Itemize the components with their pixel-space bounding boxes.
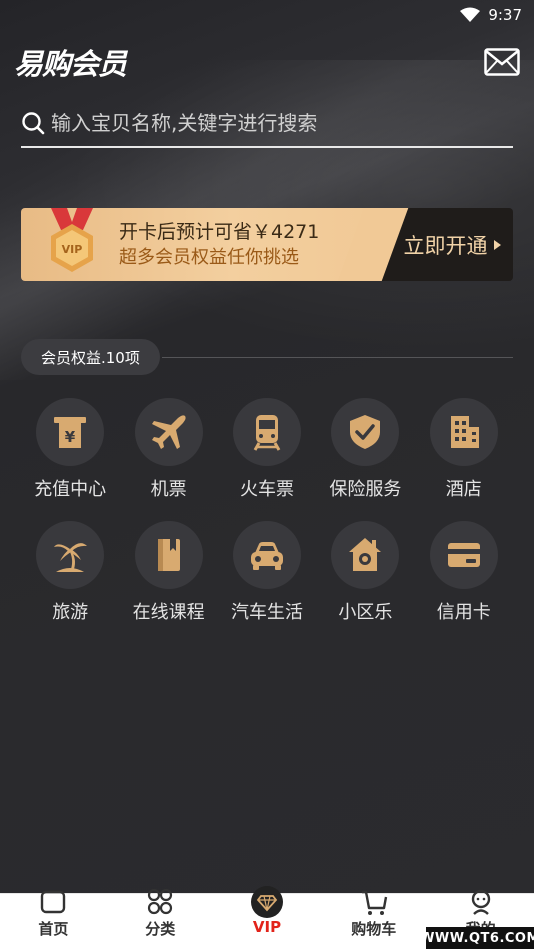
search-bar xyxy=(21,100,513,148)
benefits-count-pill: 会员权益.10项 xyxy=(21,339,160,375)
airplane-icon xyxy=(151,415,186,449)
benefit-online-course[interactable]: 在线课程 xyxy=(119,521,217,624)
diamond-icon xyxy=(256,895,278,912)
site-watermark: WWW.QT6.COM xyxy=(420,927,534,949)
shield-check-icon xyxy=(350,415,381,449)
train-icon xyxy=(253,415,281,451)
search-icon xyxy=(22,112,45,135)
cart-icon xyxy=(361,890,387,915)
tab-label: 购物车 xyxy=(351,920,397,938)
benefit-label: 在线课程 xyxy=(132,602,205,623)
banner-info: VIP 开卡后预计可省￥4271 超多会员权益任你挑选 xyxy=(21,208,373,281)
benefit-icon-circle xyxy=(134,521,203,589)
benefit-hotel[interactable]: 酒店 xyxy=(415,398,513,501)
profile-icon xyxy=(471,889,490,915)
benefit-icon-circle xyxy=(134,398,203,466)
vip-promo-banner[interactable]: VIP 开卡后预计可省￥4271 超多会员权益任你挑选 立即开通 xyxy=(21,208,513,281)
section-divider xyxy=(161,356,513,358)
tab-label: 分类 xyxy=(145,920,176,938)
home-icon xyxy=(349,538,382,571)
banner-savings-text: 开卡后预计可省￥4271 xyxy=(119,220,320,243)
building-icon xyxy=(450,416,479,448)
car-icon xyxy=(250,542,283,570)
category-icon xyxy=(148,888,173,915)
benefit-credit-card[interactable]: 信用卡 xyxy=(415,521,513,624)
svg-text:VIP: VIP xyxy=(62,243,83,256)
benefit-recharge[interactable]: ¥ 充值中心 xyxy=(21,398,119,501)
benefit-icon-circle xyxy=(232,398,301,466)
benefit-icon-circle xyxy=(429,398,498,466)
vip-page: 9:37 易购会员 VIP 开卡后预计可省￥4271 超多会员权益任你挑选 xyxy=(0,0,534,949)
benefit-label: 机票 xyxy=(150,479,187,500)
tab-cart[interactable]: 购物车 xyxy=(320,890,427,949)
benefit-label: 小区乐 xyxy=(338,602,393,623)
home-tab-icon xyxy=(41,890,66,914)
tab-category[interactable]: 分类 xyxy=(107,888,214,949)
benefit-community[interactable]: 小区乐 xyxy=(316,521,414,624)
benefit-label: 保险服务 xyxy=(329,479,402,500)
benefit-insurance[interactable]: 保险服务 xyxy=(316,398,414,501)
header: 易购会员 xyxy=(0,38,534,86)
benefit-label: 信用卡 xyxy=(436,602,491,623)
vip-tab-badge xyxy=(250,886,283,918)
search-input[interactable] xyxy=(51,111,513,135)
mail-icon[interactable] xyxy=(484,48,520,76)
status-time: 9:37 xyxy=(488,6,522,24)
recharge-icon: ¥ xyxy=(54,417,87,448)
palm-tree-icon xyxy=(54,543,88,572)
benefit-icon-circle xyxy=(331,398,400,466)
tab-label: 首页 xyxy=(38,920,69,938)
book-icon xyxy=(157,539,180,571)
tab-home[interactable]: 首页 xyxy=(0,890,107,949)
benefit-icon-circle xyxy=(429,521,498,589)
chevron-right-icon xyxy=(493,239,501,250)
benefit-label: 汽车生活 xyxy=(230,602,303,623)
svg-text:¥: ¥ xyxy=(65,428,76,446)
benefits-section-header: 会员权益.10项 xyxy=(21,339,513,375)
benefit-label: 旅游 xyxy=(52,602,89,623)
benefit-icon-circle xyxy=(36,521,105,589)
benefit-icon-circle xyxy=(232,521,301,589)
benefit-flight[interactable]: 机票 xyxy=(119,398,217,501)
tab-vip[interactable]: VIP xyxy=(214,886,321,949)
banner-subtitle: 超多会员权益任你挑选 xyxy=(119,246,299,268)
benefit-car-life[interactable]: 汽车生活 xyxy=(218,521,316,624)
benefit-label: 酒店 xyxy=(445,479,482,500)
benefit-label: 火车票 xyxy=(239,479,294,500)
benefit-label: 充值中心 xyxy=(34,479,107,500)
benefits-grid: ¥ 充值中心 机票 火车票 保险服务 酒店 旅游 在线课程 汽车生活 小区乐 信… xyxy=(21,398,513,624)
vip-medal-icon: VIP xyxy=(51,208,93,272)
app-logo: 易购会员 xyxy=(14,47,127,81)
banner-text: 开卡后预计可省￥4271 超多会员权益任你挑选 xyxy=(119,219,319,271)
benefit-icon-circle: ¥ xyxy=(36,398,105,466)
benefit-train[interactable]: 火车票 xyxy=(218,398,316,501)
benefit-icon-circle xyxy=(331,521,400,589)
credit-card-icon xyxy=(447,543,480,567)
open-vip-label: 立即开通 xyxy=(403,233,488,258)
wifi-icon xyxy=(460,7,481,22)
tab-label: VIP xyxy=(252,918,282,936)
status-bar: 9:37 xyxy=(0,0,534,30)
benefit-travel[interactable]: 旅游 xyxy=(21,521,119,624)
